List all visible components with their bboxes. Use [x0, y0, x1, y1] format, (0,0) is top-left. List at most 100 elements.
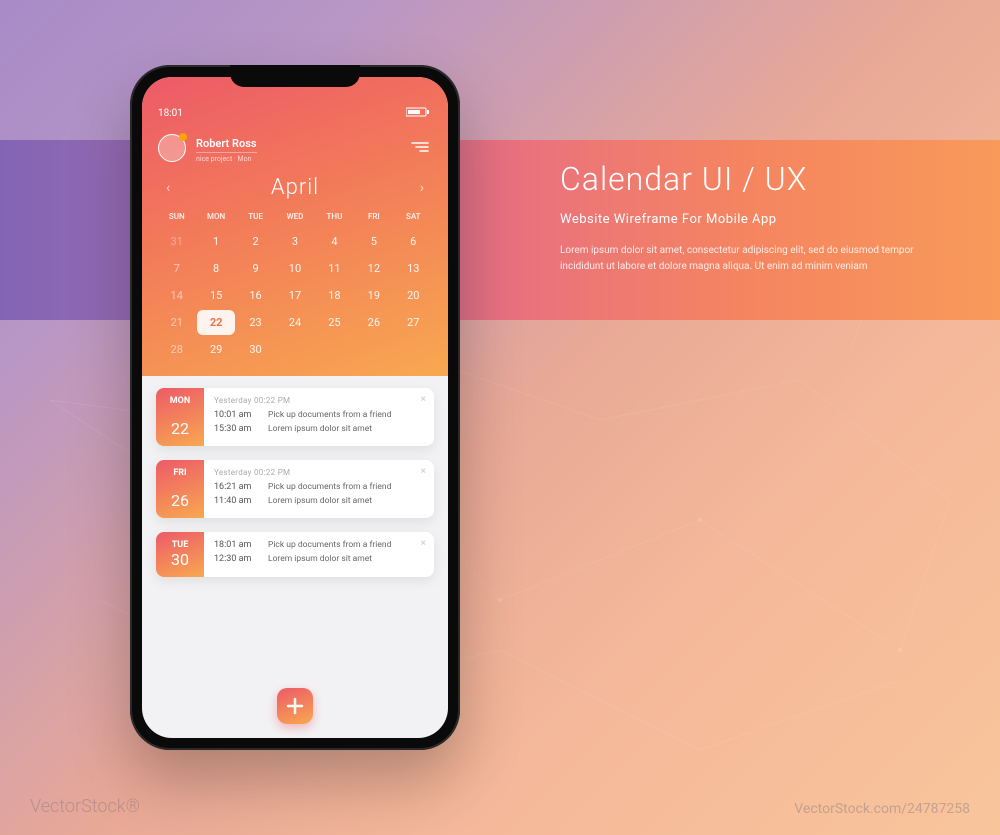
hero-title: Calendar UI / UX: [560, 160, 940, 198]
close-icon[interactable]: ×: [421, 466, 426, 477]
date-cell[interactable]: 17: [276, 283, 313, 308]
date-cell[interactable]: 22: [197, 310, 234, 335]
hero-text: Calendar UI / UX Website Wireframe For M…: [560, 160, 940, 275]
avatar[interactable]: [158, 134, 186, 162]
month-title: April: [271, 175, 319, 200]
event-day: MON: [160, 396, 200, 406]
event-time: 12:30 am: [214, 554, 258, 564]
event-title: Lorem ipsum dolor sit amet: [268, 424, 424, 434]
watermark-brand: VectorStock®: [30, 796, 140, 817]
date-cell[interactable]: [276, 337, 313, 362]
date-cell[interactable]: 18: [316, 283, 353, 308]
date-cell[interactable]: 29: [197, 337, 234, 362]
event-title: Pick up documents from a friend: [268, 410, 424, 420]
event-timestamp: Yesterday 00:22 PM: [214, 396, 424, 405]
event-card[interactable]: TUE30 18:01 am Pick up documents from a fr…: [156, 532, 434, 577]
event-time: 10:01 am: [214, 410, 258, 420]
profile-name: Robert Ross: [196, 137, 257, 153]
event-row: 16:21 am Pick up documents from a friend: [214, 482, 424, 492]
date-cell[interactable]: 1: [197, 229, 234, 254]
event-time: 16:21 am: [214, 482, 258, 492]
phone-screen: 18:01 Robert Ross nice project · Mon: [142, 77, 448, 738]
event-row: 15:30 am Lorem ipsum dolor sit amet: [214, 424, 424, 434]
date-cell[interactable]: 21: [158, 310, 195, 335]
event-day: TUE: [160, 540, 200, 550]
date-cell[interactable]: [395, 337, 432, 362]
event-timestamp: Yesterday 00:22 PM: [214, 468, 424, 477]
date-cell[interactable]: 30: [237, 337, 274, 362]
weekday-label: SAT: [395, 212, 432, 221]
event-body: 18:01 amPick up documents from a friend1…: [204, 532, 434, 577]
weekday-label: MON: [197, 212, 234, 221]
event-date-num: 22: [160, 419, 200, 438]
date-cell[interactable]: 6: [395, 229, 432, 254]
event-title: Pick up documents from a friend: [268, 540, 424, 550]
events-list: MON 22 Yesterday 00:22 PM 10:01 am Pick up d…: [142, 376, 448, 651]
date-cell[interactable]: 9: [237, 256, 274, 281]
date-cell[interactable]: 19: [355, 283, 392, 308]
weekday-label: TUE: [237, 212, 274, 221]
date-cell[interactable]: 7: [158, 256, 195, 281]
status-time: 18:01: [158, 108, 183, 119]
event-row: 10:01 am Pick up documents from a friend: [214, 410, 424, 420]
event-date-num: 30: [160, 550, 200, 569]
calendar-header: 18:01 Robert Ross nice project · Mon: [142, 77, 448, 376]
event-time: 11:40 am: [214, 496, 258, 506]
date-cell[interactable]: [316, 337, 353, 362]
date-cell[interactable]: 24: [276, 310, 313, 335]
phone-frame: 18:01 Robert Ross nice project · Mon: [130, 65, 460, 750]
hero-body: Lorem ipsum dolor sit amet, consectetur …: [560, 243, 940, 275]
event-date-badge: FRI 26: [156, 460, 204, 518]
date-cell[interactable]: 15: [197, 283, 234, 308]
date-cell[interactable]: [355, 337, 392, 362]
date-cell[interactable]: 23: [237, 310, 274, 335]
date-cell[interactable]: 10: [276, 256, 313, 281]
date-cell[interactable]: 8: [197, 256, 234, 281]
date-cell[interactable]: 31: [158, 229, 195, 254]
date-cell[interactable]: 25: [316, 310, 353, 335]
close-icon[interactable]: ×: [421, 538, 426, 549]
date-cell[interactable]: 4: [316, 229, 353, 254]
date-cell[interactable]: 11: [316, 256, 353, 281]
event-body: Yesterday 00:22 PM 10:01 am Pick up docume…: [204, 388, 434, 446]
weekday-row: SUNMONTUEWEDTHUFRISAT: [158, 212, 432, 221]
battery-icon: [406, 107, 432, 120]
event-title: Lorem ipsum dolor sit amet: [268, 554, 424, 564]
event-date-num: 26: [160, 491, 200, 510]
close-icon[interactable]: ×: [421, 394, 426, 405]
date-cell[interactable]: 14: [158, 283, 195, 308]
event-time: 15:30 am: [214, 424, 258, 434]
watermark-id: VectorStock.com/24787258: [794, 801, 970, 817]
date-cell[interactable]: 3: [276, 229, 313, 254]
date-cell[interactable]: 26: [355, 310, 392, 335]
date-cell[interactable]: 2: [237, 229, 274, 254]
event-day: FRI: [160, 468, 200, 478]
profile-row[interactable]: Robert Ross nice project · Mon: [158, 132, 432, 163]
date-cell[interactable]: 5: [355, 229, 392, 254]
month-nav: ‹ April ›: [158, 175, 432, 200]
prev-month-button[interactable]: ‹: [158, 176, 178, 200]
event-row: 18:01 am Pick up documents from a friend: [214, 540, 424, 550]
date-cell[interactable]: 12: [355, 256, 392, 281]
weekday-label: SUN: [158, 212, 195, 221]
weekday-label: THU: [316, 212, 353, 221]
event-row: 11:40 am Lorem ipsum dolor sit amet: [214, 496, 424, 506]
status-bar: 18:01: [158, 107, 432, 120]
menu-icon[interactable]: [408, 138, 432, 157]
event-card[interactable]: FRI 26 Yesterday 00:22 PM 16:21 am Pick up d…: [156, 460, 434, 518]
next-month-button[interactable]: ›: [412, 176, 432, 200]
event-date-badge: MON 22: [156, 388, 204, 446]
event-date-badge: TUE30: [156, 532, 204, 577]
phone-notch: [230, 65, 360, 87]
date-cell[interactable]: 16: [237, 283, 274, 308]
event-time: 18:01 am: [214, 540, 258, 550]
event-title: Lorem ipsum dolor sit amet: [268, 496, 424, 506]
event-card[interactable]: MON 22 Yesterday 00:22 PM 10:01 am Pick up d…: [156, 388, 434, 446]
event-title: Pick up documents from a friend: [268, 482, 424, 492]
date-cell[interactable]: 20: [395, 283, 432, 308]
profile-meta: nice project · Mon: [196, 155, 398, 163]
date-cell[interactable]: 13: [395, 256, 432, 281]
date-cell[interactable]: 27: [395, 310, 432, 335]
date-cell[interactable]: 28: [158, 337, 195, 362]
add-event-button[interactable]: [277, 688, 313, 724]
